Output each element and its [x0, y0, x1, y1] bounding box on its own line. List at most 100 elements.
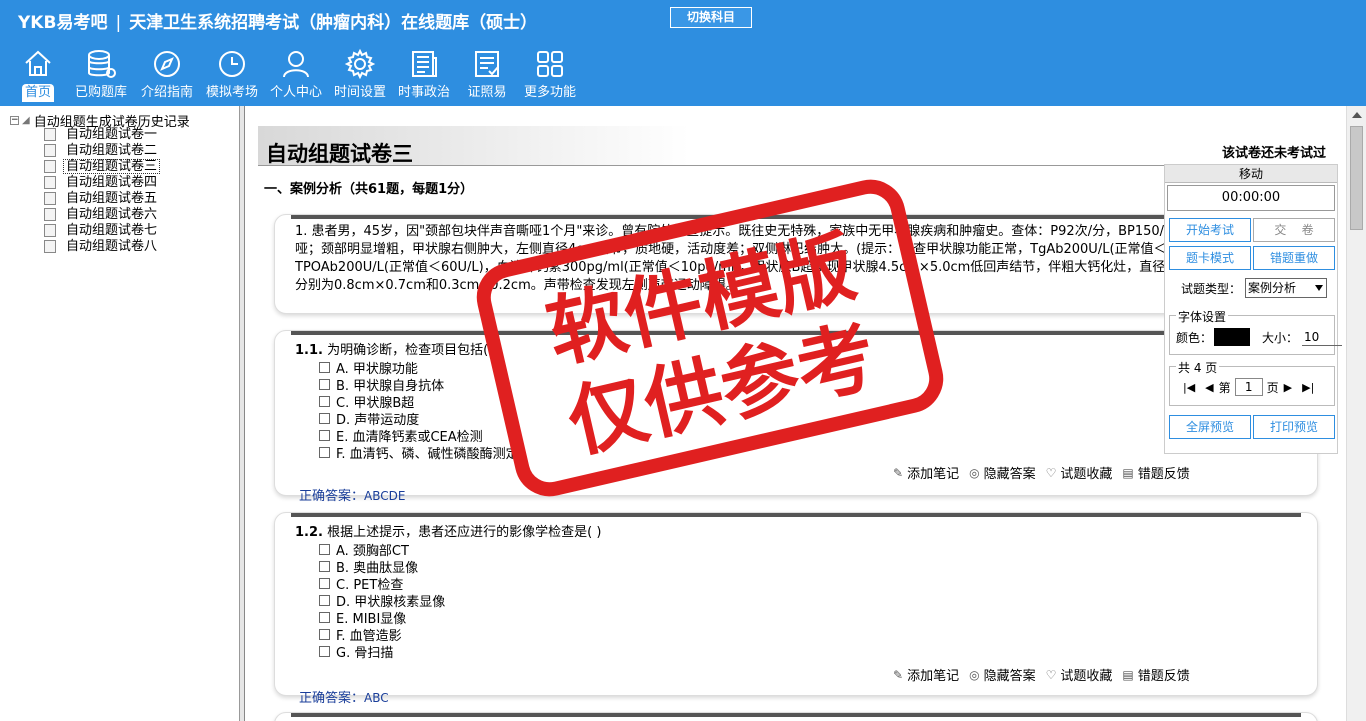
case-text: 1. 患者男，45岁，因"颈部包块伴声音嘶哑1个月"来诊。曾有院外检查提示。既往…: [295, 224, 1297, 293]
move-handle[interactable]: 移动: [1165, 165, 1337, 183]
nav-home[interactable]: 首页: [8, 48, 68, 104]
checkbox[interactable]: [319, 396, 330, 407]
page-input[interactable]: 1: [1234, 378, 1263, 396]
option-item[interactable]: B. 奥曲肽显像: [319, 558, 445, 576]
favorite-button[interactable]: ♡ 试题收藏: [1046, 665, 1113, 685]
document-icon: [44, 223, 56, 237]
card-mode-button[interactable]: 题卡模式: [1169, 246, 1251, 270]
nav-label: 更多功能: [523, 85, 576, 100]
checkbox[interactable]: [319, 413, 330, 424]
hide-answer-button[interactable]: ◎ 隐藏答案: [969, 665, 1036, 685]
compass-icon: [154, 51, 180, 77]
tree-item-selected[interactable]: 自动组题试卷三: [44, 158, 161, 174]
first-page-icon[interactable]: |◀: [1183, 381, 1195, 394]
nav-mock-exam[interactable]: 模拟考场: [200, 48, 264, 104]
checkbox[interactable]: [319, 629, 330, 640]
document-icon: [44, 143, 56, 157]
tree-item[interactable]: 自动组题试卷五: [44, 190, 160, 206]
nav-label: 首页: [21, 84, 54, 102]
nav-time-settings[interactable]: 时间设置: [328, 48, 392, 104]
option-item[interactable]: A. 甲状腺功能: [319, 359, 519, 377]
paper-title: 自动组题试卷三: [266, 142, 413, 166]
nav-label: 个人中心: [269, 85, 322, 100]
next-page-icon[interactable]: ▶: [1284, 381, 1292, 394]
error-feedback-button[interactable]: ▤ 错题反馈: [1122, 665, 1189, 685]
redo-wrong-button[interactable]: 错题重做: [1253, 246, 1335, 270]
checkbox[interactable]: [319, 561, 330, 572]
pencil-icon: ✎: [893, 667, 904, 682]
checkbox[interactable]: [319, 362, 330, 373]
question-card: 1.2. 根据上述提示，患者还应进行的影像学检查是( ) A. 颈胸部CT B.…: [274, 512, 1318, 706]
submit-button[interactable]: 交 卷: [1253, 218, 1335, 242]
checkbox[interactable]: [319, 447, 330, 458]
hide-answer-button[interactable]: ◎ 隐藏答案: [969, 463, 1036, 483]
brand-title: YKB易考吧 | 天津卫生系统招聘考试（肿瘤内科）在线题库（硕士）: [18, 13, 538, 33]
nav-more[interactable]: 更多功能: [518, 48, 582, 104]
app-window: YKB易考吧 | 天津卫生系统招聘考试（肿瘤内科）在线题库（硕士） 切换科目 首页 …: [0, 0, 1366, 721]
panel-splitter[interactable]: [240, 106, 245, 721]
collapse-icon[interactable]: −: [10, 116, 19, 125]
question-tools: ✎ 添加笔记 ◎ 隐藏答案 ♡ 试题收藏 ▤ 错题反馈: [893, 463, 1200, 483]
nav-purchased[interactable]: 已购题库: [68, 48, 134, 104]
scroll-thumb[interactable]: [1350, 126, 1363, 230]
checkbox[interactable]: [319, 646, 330, 657]
option-item[interactable]: A. 颈胸部CT: [319, 541, 445, 559]
tree-item[interactable]: 自动组题试卷六: [44, 206, 160, 222]
option-item[interactable]: D. 声带运动度: [319, 410, 519, 428]
checkbox[interactable]: [319, 379, 330, 390]
option-item[interactable]: E. 血清降钙素或CEA检测: [319, 427, 519, 445]
error-feedback-button[interactable]: ▤ 错题反馈: [1122, 463, 1189, 483]
grid-icon: [537, 51, 563, 77]
home-icon: [25, 50, 51, 76]
document-search-icon: [44, 159, 56, 173]
exam-control-panel: 移动 00:00:00 开始考试 交 卷 题卡模式 错题重做 试题类型： 案例分…: [1164, 164, 1343, 454]
option-item[interactable]: C. 甲状腺B超: [319, 393, 519, 411]
tree-item[interactable]: 自动组题试卷七: [44, 222, 160, 238]
start-exam-button[interactable]: 开始考试: [1169, 218, 1251, 242]
tree-item[interactable]: 自动组题试卷二: [44, 142, 160, 158]
option-item[interactable]: G. 骨扫描: [319, 643, 445, 661]
scroll-up-icon[interactable]: [1352, 112, 1362, 118]
nav-current-affairs[interactable]: 时事政治: [392, 48, 456, 104]
option-item[interactable]: C. PET检查: [319, 575, 445, 593]
vertical-scrollbar[interactable]: [1346, 106, 1366, 721]
checkbox[interactable]: [319, 595, 330, 606]
font-size-input[interactable]: 10: [1302, 328, 1343, 346]
database-icon: [88, 50, 116, 78]
checkbox[interactable]: [319, 430, 330, 441]
pagination: 共 4 页 |◀ ◀ 第 1 页 ▶ ▶|: [1169, 359, 1335, 406]
nav-guide[interactable]: 介绍指南: [134, 48, 200, 104]
option-list: A. 颈胸部CT B. 奥曲肽显像 C. PET检查 D. 甲状腺核素显像 E.…: [319, 541, 445, 661]
add-note-button[interactable]: ✎ 添加笔记: [893, 463, 959, 483]
prev-page-icon[interactable]: ◀: [1205, 381, 1213, 394]
newspaper-icon: [412, 51, 437, 77]
checkbox[interactable]: [319, 612, 330, 623]
chevron-down-icon: [1315, 285, 1324, 291]
nav-personal[interactable]: 个人中心: [264, 48, 328, 104]
tree-item[interactable]: 自动组题试卷八: [44, 238, 160, 254]
option-item[interactable]: E. MIBI显像: [319, 609, 445, 627]
option-item[interactable]: B. 甲状腺自身抗体: [319, 376, 519, 394]
tree-item[interactable]: 自动组题试卷四: [44, 174, 160, 190]
section-title: 一、案例分析（共61题，每题1分）: [264, 182, 474, 197]
tree-item[interactable]: 自动组题试卷一: [44, 126, 160, 142]
option-item[interactable]: D. 甲状腺核素显像: [319, 592, 445, 610]
favorite-button[interactable]: ♡ 试题收藏: [1045, 463, 1113, 483]
color-picker[interactable]: [1214, 328, 1251, 346]
nav-label: 时事政治: [397, 85, 450, 100]
eye-off-icon: ◎: [969, 667, 980, 682]
timer-display: 00:00:00: [1167, 185, 1335, 211]
switch-subject-button[interactable]: 切换科目: [670, 7, 752, 28]
checkbox[interactable]: [319, 578, 330, 589]
checkbox[interactable]: [319, 544, 330, 555]
option-item[interactable]: F. 血管造影: [319, 626, 445, 644]
question-type-select[interactable]: 案例分析: [1245, 278, 1328, 298]
heart-icon: ♡: [1045, 465, 1057, 480]
nav-license[interactable]: 证照易: [456, 48, 518, 104]
fullscreen-preview-button[interactable]: 全屏预览: [1169, 415, 1251, 439]
print-preview-button[interactable]: 打印预览: [1253, 415, 1335, 439]
option-item[interactable]: F. 血清钙、磷、碱性磷酸酶测定: [319, 444, 519, 462]
add-note-button[interactable]: ✎ 添加笔记: [893, 665, 959, 685]
last-page-icon[interactable]: ▶|: [1302, 381, 1314, 394]
document-icon: [44, 175, 56, 189]
